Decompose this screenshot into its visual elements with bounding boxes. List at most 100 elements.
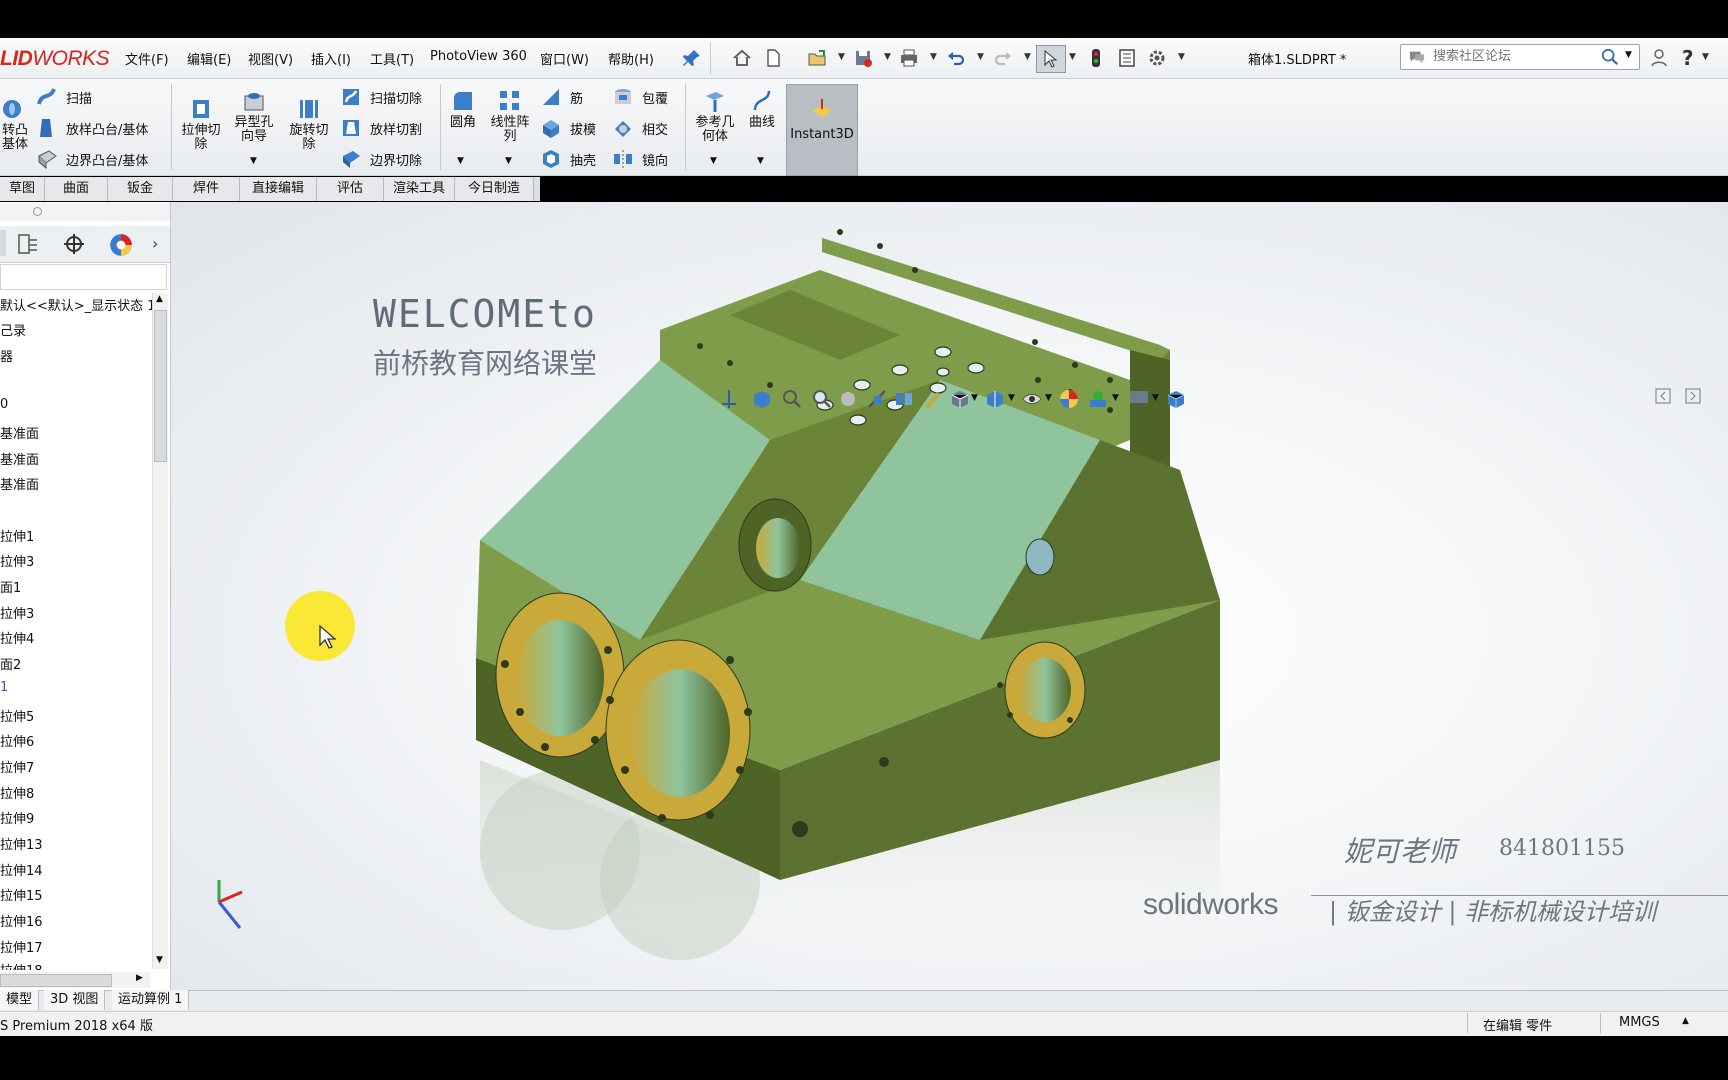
chevron-down-icon[interactable]: ▼	[1024, 52, 1031, 62]
select-tool[interactable]	[1036, 45, 1066, 73]
print-icon[interactable]	[898, 47, 920, 69]
tab-model[interactable]: 模型	[0, 990, 40, 1010]
monitor-icon[interactable]	[1128, 388, 1150, 410]
tree-item-feature[interactable]: 拉伸7	[0, 757, 34, 776]
horizontal-scrollbar[interactable]: ▶	[0, 972, 150, 988]
tree-filter-input[interactable]	[0, 264, 167, 290]
tree-item-feature[interactable]: 拉伸13	[0, 834, 43, 853]
edit-appearance-icon[interactable]	[1058, 388, 1080, 410]
chevron-down-icon[interactable]: ▼	[1045, 393, 1052, 403]
tree-item-feature[interactable]: 面2	[0, 654, 21, 673]
file-properties-icon[interactable]	[1116, 47, 1138, 69]
draft-button[interactable]: 拔模	[540, 117, 596, 139]
tree-item-plane[interactable]: 基准面	[0, 423, 39, 442]
save-icon[interactable]	[852, 47, 874, 69]
tree-item-feature[interactable]: 拉伸16	[0, 911, 43, 930]
tree-item-feature[interactable]: 拉伸8	[0, 783, 34, 802]
tab-weldments[interactable]: 焊件	[173, 177, 240, 201]
tab-surfaces[interactable]: 曲面	[45, 177, 108, 201]
tree-item-sensors[interactable]: 器	[0, 346, 13, 365]
linear-pattern-button[interactable]: 线性阵 列	[486, 88, 534, 144]
hole-wizard-button[interactable]: 异型孔 向导	[228, 88, 280, 144]
tree-item-feature[interactable]: 拉伸14	[0, 860, 43, 879]
menu-help[interactable]: 帮助(H)	[608, 49, 654, 68]
solidworks-logo[interactable]: LIDWORKS	[0, 42, 110, 76]
tree-item-feature[interactable]: 拉伸1	[0, 526, 34, 545]
tab-motion-study[interactable]: 运动算例 1	[112, 990, 190, 1010]
tree-item-material[interactable]: 0	[0, 397, 8, 412]
user-icon[interactable]	[1648, 47, 1670, 69]
display-style-icon[interactable]	[949, 388, 971, 410]
hide-show-items-icon[interactable]	[984, 388, 1006, 410]
chevron-down-icon[interactable]: ▼	[977, 52, 984, 62]
units-selector[interactable]: MMGS	[1619, 1015, 1660, 1030]
dynamic-annotation-icon[interactable]	[893, 388, 915, 410]
tree-item-feature[interactable]: 拉伸5	[0, 706, 34, 725]
chevron-down-icon[interactable]: ▼	[971, 393, 978, 403]
grip-icon[interactable]	[33, 207, 42, 216]
zoom-to-fit-icon[interactable]	[781, 388, 803, 410]
menu-insert[interactable]: 插入(I)	[311, 49, 351, 68]
tree-item-plane[interactable]: 基准面	[0, 474, 39, 493]
fillet-button[interactable]: 圆角	[446, 88, 480, 130]
chevron-down-icon[interactable]: ▼	[1008, 393, 1015, 403]
tree-item-feature[interactable]: 拉伸15	[0, 885, 43, 904]
new-document-icon[interactable]	[762, 47, 784, 69]
shell-button[interactable]: 抽壳	[540, 148, 596, 170]
help-icon[interactable]: ?	[1682, 46, 1694, 70]
scrollbar-thumb[interactable]	[154, 310, 167, 462]
graphics-area[interactable]: ▼ ▼ ▼ ▼ ▼ WELCOMEto 前桥教育网络课堂 妮可老师 841801…	[171, 202, 1728, 990]
lofted-cut-button[interactable]: 放样切割	[340, 117, 422, 139]
scroll-up-icon[interactable]: ▲	[156, 294, 163, 304]
tree-item-feature[interactable]: 拉伸6	[0, 731, 34, 750]
swept-cut-button[interactable]: 扫描切除	[340, 86, 422, 108]
pin-icon[interactable]	[681, 47, 703, 69]
intersect-button[interactable]: 相交	[612, 117, 668, 139]
rib-button[interactable]: 筋	[540, 86, 583, 108]
view-orientation-icon[interactable]	[718, 388, 740, 410]
menu-view[interactable]: 视图(V)	[248, 49, 293, 68]
gear-icon[interactable]	[1146, 47, 1168, 69]
menu-file[interactable]: 文件(F)	[125, 49, 169, 68]
sweep-button[interactable]: 扫描	[36, 86, 92, 108]
mirror-button[interactable]: 镜向	[612, 148, 668, 170]
tab-sketch[interactable]: 草图	[0, 177, 45, 201]
boundary-cut-button[interactable]: 边界切除	[340, 148, 422, 170]
undo-icon[interactable]	[945, 47, 967, 69]
previous-view-icon[interactable]	[837, 388, 859, 410]
tab-evaluate[interactable]: 评估	[317, 177, 384, 201]
chevron-down-icon[interactable]: ▼	[1069, 52, 1076, 62]
chevron-down-icon[interactable]: ▼	[1152, 393, 1159, 403]
appearance-icon[interactable]	[108, 232, 134, 258]
chevron-down-icon[interactable]: ▼	[1178, 52, 1185, 62]
tree-root[interactable]: 默认<<默认>_显示状态 1	[0, 295, 156, 314]
chevron-down-icon[interactable]: ▼	[884, 52, 891, 62]
chevron-right-icon[interactable]: ›	[152, 234, 158, 253]
chevron-down-icon[interactable]: ▼	[930, 52, 937, 62]
tree-item-history[interactable]: 己录	[0, 320, 26, 339]
menu-window[interactable]: 窗口(W)	[540, 49, 589, 68]
scroll-down-icon[interactable]: ▼	[156, 955, 163, 965]
chevron-down-icon[interactable]: ▼	[505, 156, 512, 166]
chevron-down-icon[interactable]: ▼	[1702, 52, 1709, 62]
chevron-down-icon[interactable]: ▼	[838, 52, 845, 62]
tree-item-feature[interactable]: 拉伸3	[0, 603, 34, 622]
tree-item-feature[interactable]: 拉伸3	[0, 551, 34, 570]
loft-boss-button[interactable]: 放样凸台/基体	[36, 117, 148, 139]
menu-tools[interactable]: 工具(T)	[370, 49, 414, 68]
wrap-button[interactable]: 包覆	[612, 86, 668, 108]
tab-direct-editing[interactable]: 直接编辑	[240, 177, 317, 201]
collapse-left-icon[interactable]	[1655, 388, 1671, 404]
traffic-light-icon[interactable]	[1085, 47, 1107, 69]
tree-item-feature[interactable]: 拉伸9	[0, 808, 34, 827]
search-box[interactable]: ▼	[1400, 44, 1640, 70]
tree-item-feature[interactable]: 拉伸17	[0, 937, 43, 956]
tree-item-feature[interactable]: 1	[0, 680, 8, 695]
tree-item-feature[interactable]: 拉伸18	[0, 960, 43, 970]
tab-render-tools[interactable]: 渲染工具	[384, 177, 455, 201]
revolve-cut-button[interactable]: 旋转切 除	[282, 96, 336, 152]
view-setting-icon[interactable]	[921, 388, 943, 410]
reference-geometry-button[interactable]: 参考几 何体	[690, 88, 740, 144]
chevron-down-icon[interactable]: ▼	[710, 156, 717, 166]
extrude-cut-button[interactable]: 拉伸切 除	[176, 96, 226, 152]
